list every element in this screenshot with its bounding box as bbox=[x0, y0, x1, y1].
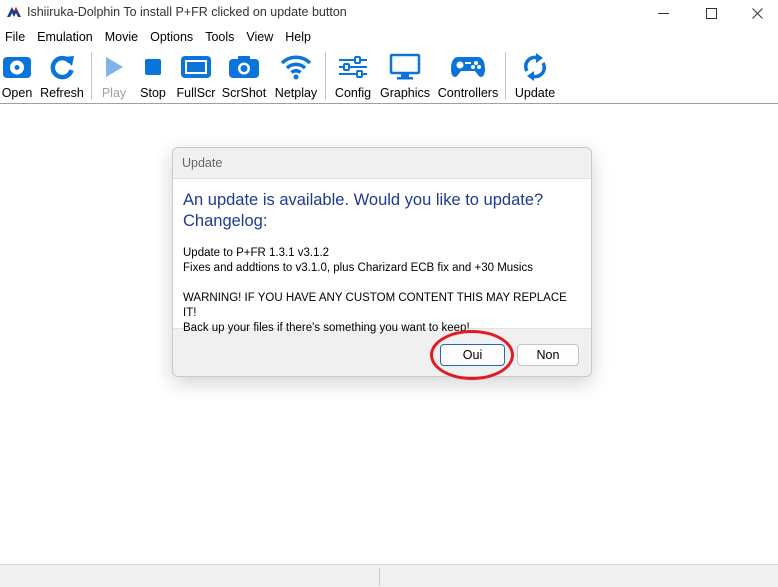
controllers-button[interactable]: Controllers bbox=[437, 47, 499, 103]
open-button[interactable]: Open bbox=[0, 47, 34, 103]
menu-tools[interactable]: Tools bbox=[200, 27, 241, 47]
dolphin-logo-icon bbox=[7, 7, 21, 17]
toolbar-separator bbox=[505, 52, 506, 100]
screenshot-button[interactable]: ScrShot bbox=[222, 47, 266, 103]
refresh-button[interactable]: Refresh bbox=[38, 47, 86, 103]
fullscreen-icon bbox=[181, 56, 211, 78]
refresh-icon bbox=[50, 55, 74, 80]
sliders-icon bbox=[339, 56, 367, 78]
menu-view[interactable]: View bbox=[241, 27, 280, 47]
menu-emulation[interactable]: Emulation bbox=[32, 27, 100, 47]
wifi-icon bbox=[280, 55, 312, 80]
dialog-heading-question: An update is available. Would you like t… bbox=[183, 191, 544, 209]
dialog-content: An update is available. Would you like t… bbox=[173, 178, 591, 334]
monitor-icon bbox=[389, 53, 421, 80]
menu-movie[interactable]: Movie bbox=[100, 27, 145, 47]
warning-line: WARNING! IF YOU HAVE ANY CUSTOM CONTENT … bbox=[183, 292, 567, 319]
changelog-line: Update to P+FR 1.3.1 v3.1.2 bbox=[183, 247, 330, 259]
minimize-button[interactable] bbox=[640, 0, 686, 26]
dialog-heading-changelog: Changelog: bbox=[183, 212, 268, 230]
play-button[interactable]: Play bbox=[99, 47, 129, 103]
status-divider bbox=[379, 568, 380, 586]
close-button[interactable] bbox=[734, 0, 778, 26]
netplay-button[interactable]: Netplay bbox=[273, 47, 319, 103]
gamepad-icon bbox=[451, 57, 485, 77]
camera-icon bbox=[229, 56, 259, 78]
minimize-icon bbox=[657, 12, 669, 14]
graphics-button[interactable]: Graphics bbox=[379, 47, 431, 103]
fullscreen-button[interactable]: FullScr bbox=[175, 47, 217, 103]
warning-line: Back up your files if there's something … bbox=[183, 322, 470, 334]
non-button[interactable]: Non bbox=[517, 344, 579, 366]
toolbar-separator bbox=[91, 52, 92, 100]
play-icon bbox=[106, 57, 123, 77]
dialog-message: Update to P+FR 1.3.1 v3.1.2 Fixes and ad… bbox=[183, 246, 583, 336]
sync-icon bbox=[523, 53, 547, 81]
dialog-title: Update bbox=[182, 156, 223, 170]
toolbar: Open Refresh Play Stop FullScr ScrShot N… bbox=[0, 47, 778, 104]
stop-button[interactable]: Stop bbox=[137, 47, 169, 103]
annotation-circle bbox=[430, 330, 514, 380]
update-dialog: Update An update is available. Would you… bbox=[172, 147, 592, 377]
menu-help[interactable]: Help bbox=[280, 27, 318, 47]
close-icon bbox=[751, 7, 763, 19]
title-bar: Ishiiruka-Dolphin To install P+FR clicke… bbox=[0, 0, 778, 26]
open-disc-icon bbox=[3, 57, 31, 78]
menu-file[interactable]: File bbox=[0, 27, 32, 47]
maximize-button[interactable] bbox=[688, 0, 734, 26]
stop-icon bbox=[145, 59, 161, 75]
maximize-icon bbox=[705, 7, 717, 19]
toolbar-separator bbox=[325, 52, 326, 100]
status-bar bbox=[0, 564, 778, 587]
menu-options[interactable]: Options bbox=[145, 27, 200, 47]
menu-bar: File Emulation Movie Options Tools View … bbox=[0, 27, 778, 47]
update-button[interactable]: Update bbox=[513, 47, 557, 103]
changelog-line: Fixes and addtions to v3.1.0, plus Chari… bbox=[183, 262, 533, 274]
window-title: Ishiiruka-Dolphin To install P+FR clicke… bbox=[27, 5, 347, 19]
config-button[interactable]: Config bbox=[333, 47, 373, 103]
dialog-heading: An update is available. Would you like t… bbox=[183, 190, 583, 232]
